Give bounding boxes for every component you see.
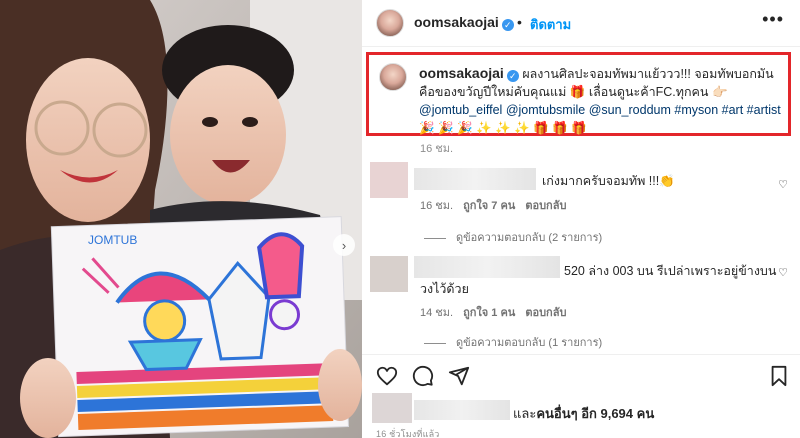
view-replies-label[interactable]: ดูข้อความตอบกลับ (1 รายการ): [456, 337, 602, 349]
likes-count[interactable]: คนอื่นๆ อีก 9,694 คน: [536, 406, 654, 421]
mention-jomtubsmile[interactable]: @jomtubsmile: [506, 103, 585, 117]
bookmark-icon[interactable]: [768, 365, 790, 387]
chevron-right-icon[interactable]: ›: [333, 234, 355, 256]
comment-meta: 16 ชม. ถูกใจ 7 คน ตอบกลับ: [420, 196, 566, 214]
comment-icon[interactable]: [412, 365, 434, 387]
posted-time: 16 ชั่วโมงที่แล้ว: [376, 429, 440, 438]
reply-button[interactable]: ตอบกลับ: [525, 200, 566, 212]
post-image: JOMTUB: [0, 0, 362, 438]
author-username-text[interactable]: oomsakaojai: [414, 14, 499, 30]
comment-like-heart-icon[interactable]: ♡: [778, 266, 788, 279]
gift-emoji: 🎁: [569, 85, 586, 99]
commenter-name-blurred[interactable]: [414, 256, 560, 278]
drawing-label: JOMTUB: [88, 233, 137, 247]
commenter-name-blurred[interactable]: [414, 168, 536, 190]
verified-badge-icon: ✓: [506, 70, 519, 82]
view-replies-label[interactable]: ดูข้อความตอบกลับ (2 รายการ): [456, 232, 602, 244]
comment-text: เก่งมากครับจอมทัพ !!!👏: [542, 174, 675, 188]
caption-avatar[interactable]: [379, 63, 407, 91]
follow-button[interactable]: ติดตาม: [530, 14, 571, 35]
comment-likes[interactable]: ถูกใจ 1 คน: [463, 307, 515, 319]
heart-icon[interactable]: [376, 365, 398, 387]
post-caption: oomsakaojai ✓ ผลงานศิลปะจอมทัพมาแย้ววว!!!…: [419, 64, 787, 137]
view-replies-link[interactable]: ดูข้อความตอบกลับ (1 รายการ): [424, 333, 602, 351]
comment-time: 16 ชม.: [420, 200, 454, 212]
comment-likes[interactable]: ถูกใจ 7 คน: [463, 200, 515, 212]
comment-text-line-1: 520 ล่าง 003 บน รีเปล่าเพราะอยู่ข้างบน: [564, 264, 777, 278]
replies-divider: [424, 342, 446, 344]
share-icon[interactable]: [448, 365, 470, 387]
comment-meta: 14 ชม. ถูกใจ 1 คน ตอบกลับ: [420, 303, 566, 321]
post-detail-panel: oomsakaojai ✓ • ติดตาม ••• oomsakaojai ✓ ผ…: [362, 0, 800, 438]
caption-timestamp: 16 ชม.: [420, 143, 454, 155]
comment-time: 14 ชม.: [420, 307, 454, 319]
commenter-avatar[interactable]: [370, 256, 408, 292]
likes-summary[interactable]: และคนอื่นๆ อีก 9,694 คน: [513, 403, 654, 424]
more-options-icon[interactable]: •••: [762, 9, 784, 30]
commenter-avatar[interactable]: [370, 162, 408, 198]
likes-prefix: และ: [513, 406, 537, 421]
caption-emoji-tail: 🎉 🎉 🎉 ✨ ✨ ✨ 🎁 🎁 🎁: [419, 121, 587, 135]
separator-dot: •: [517, 14, 522, 30]
view-replies-link[interactable]: ดูข้อความตอบกลับ (2 รายการ): [424, 228, 602, 246]
hashtag-art[interactable]: #art: [722, 103, 744, 117]
post-action-bar: [362, 354, 800, 394]
comment-text-line-2: วงไว้ด้วย: [420, 282, 469, 296]
post-photo[interactable]: JOMTUB ›: [0, 0, 362, 438]
hashtag-artist[interactable]: #artist: [747, 103, 781, 117]
author-username[interactable]: oomsakaojai ✓: [414, 14, 514, 31]
mention-jomtub-eiffel[interactable]: @jomtub_eiffel: [419, 103, 502, 117]
hashtag-myson[interactable]: #myson: [674, 103, 718, 117]
post-header: oomsakaojai ✓ • ติดตาม •••: [362, 0, 800, 47]
reply-button[interactable]: ตอบกลับ: [525, 307, 566, 319]
liker-avatar[interactable]: [372, 393, 412, 423]
liker-name-blurred[interactable]: [414, 400, 510, 420]
pointing-emoji: 👉🏻: [711, 85, 728, 99]
mention-sun-roddum[interactable]: @sun_roddum: [589, 103, 671, 117]
author-avatar[interactable]: [376, 9, 404, 37]
caption-text-2: เลื่อนดูนะค้าFC.ทุกคน: [588, 85, 709, 99]
comment-like-heart-icon[interactable]: ♡: [778, 178, 788, 191]
caption-username[interactable]: oomsakaojai: [419, 65, 504, 81]
verified-badge-icon: ✓: [501, 19, 514, 31]
replies-divider: [424, 237, 446, 239]
caption-highlight-box: oomsakaojai ✓ ผลงานศิลปะจอมทัพมาแย้ววว!!!…: [366, 52, 791, 136]
